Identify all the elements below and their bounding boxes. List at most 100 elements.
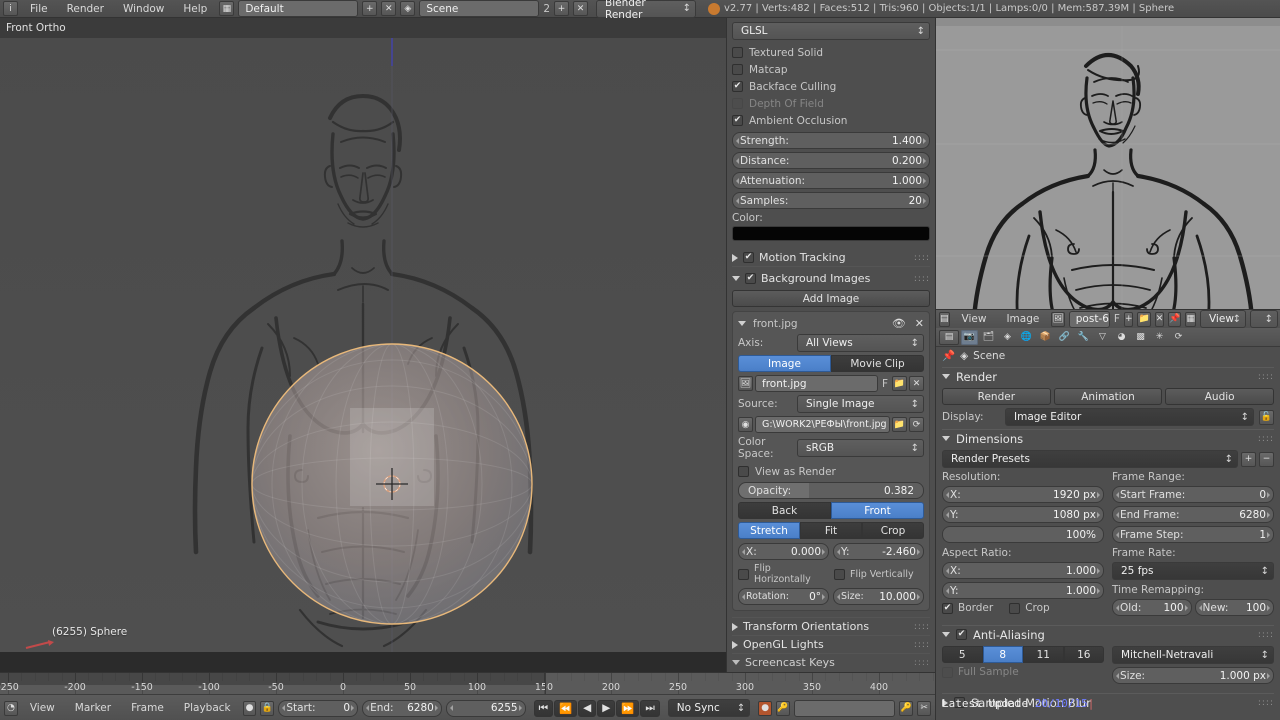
screen-layout-icon[interactable]: ▦ — [219, 1, 235, 16]
frame-step-field[interactable]: Frame Step: 1 — [1112, 526, 1274, 543]
timeline-ruler[interactable]: -250 -200 -150 -100 -50 0 50 100 150 200 250 300 350… — [0, 673, 935, 695]
bg-reload-icon[interactable]: ⟳ — [909, 417, 924, 432]
image-editor-menu-image[interactable]: Image — [998, 310, 1047, 328]
anti-aliasing-checkbox[interactable] — [956, 629, 967, 640]
border-checkbox[interactable] — [942, 602, 953, 614]
toggle-ambient-occlusion[interactable]: Ambient Occlusion — [732, 112, 930, 129]
tab-constraints[interactable]: 🔗 — [1056, 330, 1073, 345]
delete-scene-icon[interactable]: ✕ — [573, 1, 589, 16]
bg-axis-select[interactable]: All Views — [797, 334, 924, 352]
ao-attenuation-field[interactable]: Attenuation: 1.000 — [732, 172, 930, 189]
bg-source-select[interactable]: Single Image — [797, 395, 924, 413]
delete-keyframe-icon[interactable]: ✂ — [917, 700, 932, 716]
tab-particles[interactable]: ✳ — [1151, 330, 1168, 345]
insert-keyframe-icon[interactable]: 🔑 — [899, 700, 914, 716]
frame-rate-select[interactable]: 25 fps — [1112, 562, 1274, 580]
end-frame-field[interactable]: End Frame: 6280 — [1112, 506, 1274, 523]
render-engine-select[interactable]: Blender Render — [596, 0, 697, 21]
tab-data[interactable]: ▽ — [1094, 330, 1111, 345]
aa-samples-8-button[interactable]: 8 — [982, 646, 1023, 663]
bg-source-image-button[interactable]: Image — [738, 355, 831, 372]
image-new-icon[interactable]: + — [1123, 311, 1134, 327]
flip-vertical-checkbox[interactable] — [834, 568, 845, 580]
panel-motion-tracking[interactable]: Motion Tracking :::: — [732, 249, 930, 266]
panel-render[interactable]: Render :::: — [942, 367, 1274, 385]
collapse-dimensions-icon[interactable] — [942, 436, 950, 441]
ao-strength-field[interactable]: Strength: 1.400 — [732, 132, 930, 149]
image-editor-type-icon[interactable]: ▤ — [939, 311, 950, 327]
view3d-properties-region[interactable]: GLSL Textured Solid Matcap Backface Cull… — [726, 18, 935, 672]
panel-screencast-keys[interactable]: Screencast Keys :::: — [732, 654, 930, 671]
aa-samples-11-button[interactable]: 11 — [1023, 646, 1064, 663]
bg-filepath-field[interactable]: G:\WORK2\РЕФЫ\front.jpg — [755, 416, 890, 433]
image-browse-icon[interactable]: 🖼 — [1051, 311, 1065, 327]
display-mode-select[interactable]: Image Editor — [1005, 408, 1254, 426]
image-editor[interactable]: ▤ View Image 🖼 post-60761-12047... F + 📁… — [935, 18, 1280, 328]
collapse-anti-aliasing-icon[interactable] — [942, 632, 950, 637]
bg-open-image-icon[interactable]: 📁 — [892, 376, 907, 391]
bg-view-as-render-toggle[interactable]: View as Render — [738, 463, 924, 480]
start-frame-timeline-field[interactable]: Start: 0 — [278, 699, 359, 717]
ao-distance-field[interactable]: Distance: 0.200 — [732, 152, 930, 169]
bg-fake-user-button[interactable]: F — [880, 378, 890, 390]
image-name-field[interactable]: post-60761-12047... — [1068, 310, 1110, 328]
aa-samples-16-button[interactable]: 16 — [1063, 646, 1104, 663]
tab-physics[interactable]: ⟳ — [1170, 330, 1187, 345]
play-button[interactable]: ▶ — [597, 699, 616, 717]
add-scene-icon[interactable]: + — [554, 1, 570, 16]
remove-preset-icon[interactable]: − — [1259, 451, 1274, 467]
expand-opengl-lights-icon[interactable] — [732, 640, 738, 649]
viewport-3d[interactable]: Front Ortho (6255) Sphere ◧ View Select … — [0, 18, 726, 652]
render-animation-button[interactable]: Animation — [1053, 388, 1163, 405]
aa-filter-select[interactable]: Mitchell-Netravali — [1112, 646, 1274, 664]
image-editor-menu-view[interactable]: View — [954, 310, 995, 328]
background-images-checkbox[interactable] — [745, 273, 756, 284]
bg-unlink-image-icon[interactable]: ✕ — [909, 376, 924, 391]
menu-file[interactable]: File — [22, 0, 56, 18]
render-audio-button[interactable]: Audio — [1165, 388, 1275, 405]
panel-anti-aliasing[interactable]: Anti-Aliasing :::: — [942, 625, 1274, 643]
expand-motion-tracking-icon[interactable] — [732, 253, 738, 262]
flip-horizontal-checkbox[interactable] — [738, 568, 749, 580]
shading-method-select[interactable]: GLSL — [732, 22, 930, 40]
bg-source-movieclip-button[interactable]: Movie Clip — [831, 355, 924, 372]
ambient-occlusion-checkbox[interactable] — [732, 115, 743, 126]
panel-background-images[interactable]: Background Images :::: — [732, 270, 930, 287]
image-pivot-select[interactable] — [1249, 310, 1278, 328]
aspect-y-field[interactable]: Y: 1.000 — [942, 582, 1104, 599]
toggle-textured-solid[interactable]: Textured Solid — [732, 44, 930, 61]
bg-flip-vertical-toggle[interactable]: Flip Vertically — [834, 568, 924, 580]
render-presets-select[interactable]: Render Presets — [942, 450, 1238, 468]
auto-keyframe-icon[interactable]: ● — [242, 700, 257, 716]
bg-frame-crop-button[interactable]: Crop — [862, 522, 924, 539]
resolution-x-field[interactable]: X: 1920 px — [942, 486, 1104, 503]
bg-flip-horizontal-toggle[interactable]: Flip Horizontally — [738, 563, 828, 585]
bg-offset-x-field[interactable]: X: 0.000 — [738, 543, 829, 560]
record-button[interactable]: ● — [758, 700, 773, 716]
panel-opengl-lights[interactable]: OpenGL Lights :::: — [732, 636, 930, 653]
bg-colorspace-select[interactable]: sRGB — [797, 439, 924, 457]
ao-samples-field[interactable]: Samples: 20 — [732, 192, 930, 209]
bg-opacity-slider[interactable]: Opacity: 0.382 — [738, 482, 924, 499]
keying-lock-icon[interactable]: 🔒 — [260, 700, 275, 716]
collapse-background-images-icon[interactable] — [732, 276, 740, 281]
image-fake-user-button[interactable]: F — [1114, 313, 1120, 325]
jump-to-start-button[interactable]: ⏮ — [533, 699, 554, 717]
add-preset-icon[interactable]: + — [1241, 451, 1256, 467]
image-view-mode-select[interactable]: View — [1199, 310, 1246, 328]
bg-image-name-field[interactable]: front.jpg — [755, 375, 878, 392]
textured-solid-checkbox[interactable] — [732, 47, 743, 58]
menu-render[interactable]: Render — [59, 0, 112, 18]
tab-render[interactable]: 📷 — [961, 329, 978, 345]
view-mode-icon[interactable]: ▦ — [1185, 311, 1196, 327]
image-pin-icon[interactable]: 📌 — [1168, 311, 1182, 327]
tab-modifiers[interactable]: 🔧 — [1075, 330, 1092, 345]
timeline-menu-frame[interactable]: Frame — [123, 699, 172, 717]
info-editor-icon[interactable]: i — [3, 1, 18, 16]
time-remap-new-field[interactable]: New: 100 — [1194, 599, 1274, 616]
screen-layout-field[interactable]: Default — [238, 0, 359, 17]
bg-rotation-field[interactable]: Rotation: 0° — [738, 588, 829, 605]
delete-screen-layout-icon[interactable]: ✕ — [381, 1, 397, 16]
add-screen-layout-icon[interactable]: + — [362, 1, 378, 16]
properties-editor-type-icon[interactable]: ▤ — [939, 329, 959, 345]
